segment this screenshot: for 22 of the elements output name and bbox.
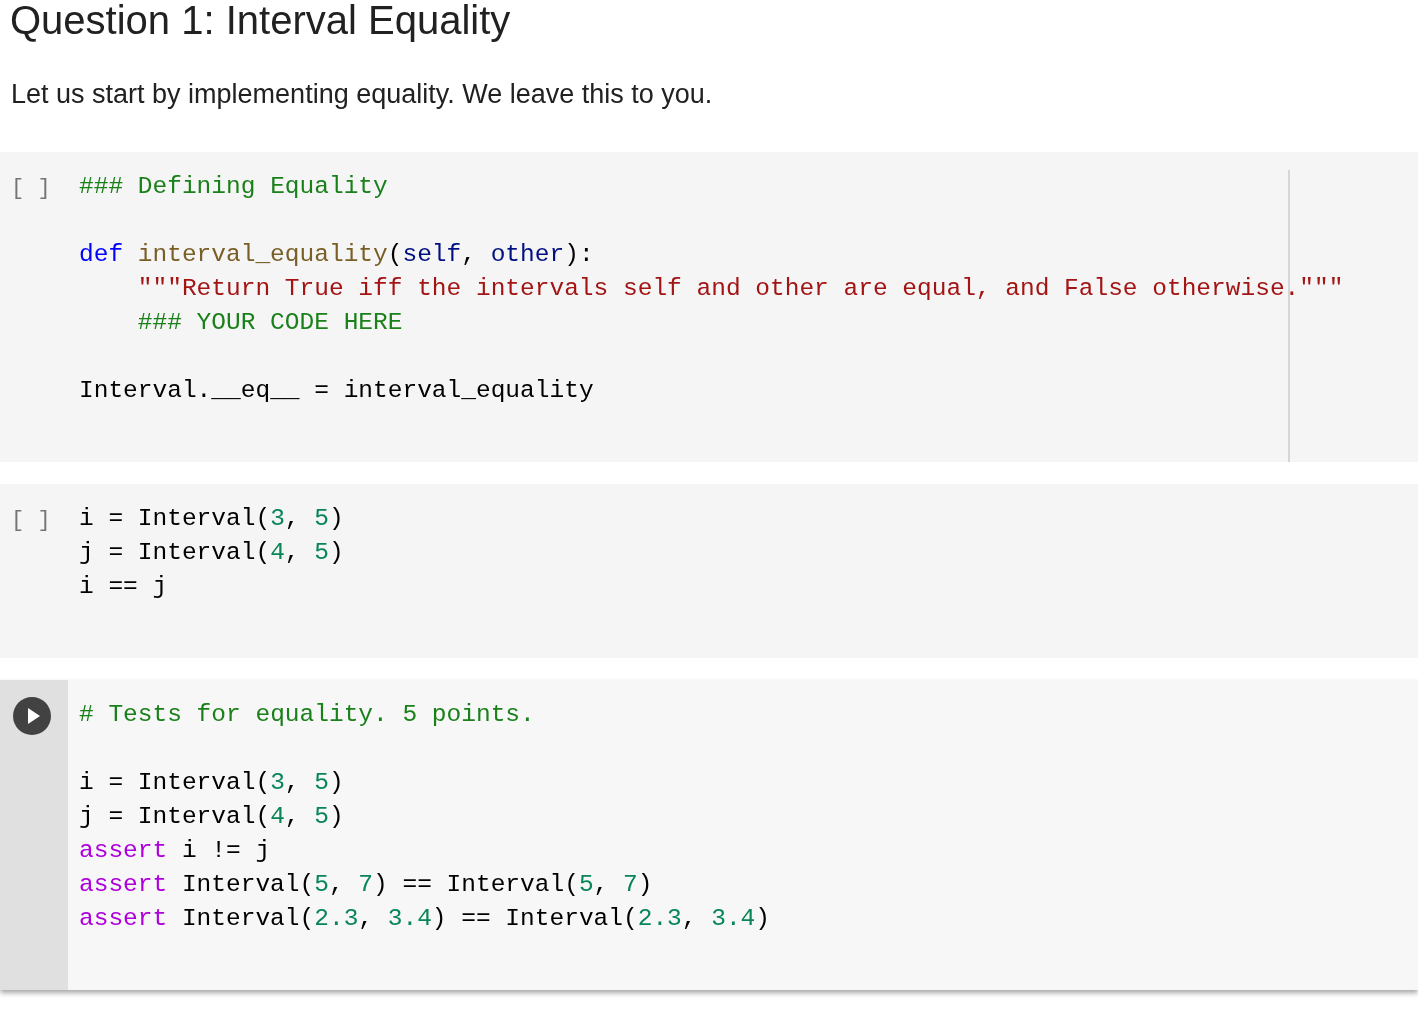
code-line: def interval_equality(self, other): <box>79 240 594 270</box>
code-line: ### YOUR CODE HERE <box>137 308 403 338</box>
section-heading: Question 1: Interval Equality <box>10 0 512 44</box>
code-line: """Return True iff the intervals self and other are equal, and False otherwise.""" <box>137 274 1344 304</box>
code-line: Interval.__eq__ = interval_equality <box>79 376 594 406</box>
code-cell[interactable]: # Tests for equality. 5 points. i = Interval(3, 5) j = Interval(4, 5) assert i != j assert Interval(5, 7) == Interval(5, 7) assert Interval(2.3, 3.4) == Interval(2.3, 3.4) <box>0 680 1418 990</box>
execution-prompt: [ ] <box>11 175 51 203</box>
code-cell[interactable]: [ ] ### Defining Equality def interval_equality(self, other): """Return True iff the intervals self and other are equal, and False otherwise.""" ### YOUR CODE HERE Interval.__eq__ = interval_equality <box>0 152 1418 462</box>
code-line: assert Interval(5, 7) == Interval(5, 7) <box>79 870 653 900</box>
code-cell[interactable]: [ ] i = Interval(3, 5) j = Interval(4, 5) i == j <box>0 484 1418 658</box>
intro-text: Let us start by implementing equality. We leave this to you. <box>11 78 714 111</box>
code-line: ### Defining Equality <box>79 172 388 202</box>
execution-prompt: [ ] <box>11 507 51 535</box>
run-button[interactable] <box>13 697 51 735</box>
code-line: # Tests for equality. 5 points. <box>79 700 535 730</box>
code-line: assert i != j <box>79 836 271 866</box>
code-line: i = Interval(3, 5) <box>79 504 344 534</box>
code-line: j = Interval(4, 5) <box>79 802 344 832</box>
code-line: i = Interval(3, 5) <box>79 768 344 798</box>
code-line: assert Interval(2.3, 3.4) == Interval(2.3, 3.4) <box>79 904 771 934</box>
code-line: j = Interval(4, 5) <box>79 538 344 568</box>
code-line: i == j <box>79 572 168 602</box>
